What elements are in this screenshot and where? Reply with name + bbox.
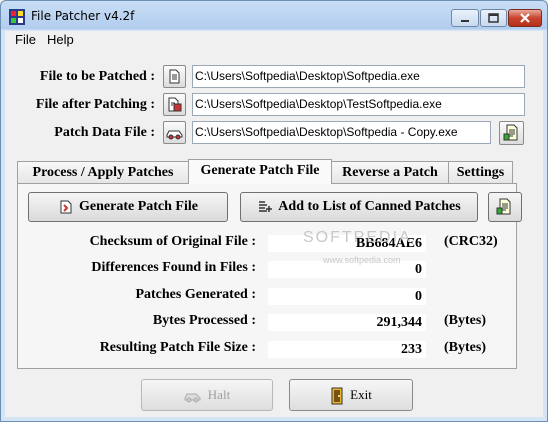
generate-patch-file-label: Generate Patch File (79, 199, 198, 214)
canned-patches-list-button[interactable] (488, 192, 522, 222)
generate-patch-file-button[interactable]: Generate Patch File (28, 192, 228, 222)
window-title: File Patcher v4.2f (31, 9, 135, 23)
exit-door-icon (331, 387, 343, 405)
patch-size-label: Resulting Patch File Size : (99, 340, 256, 355)
car-icon (184, 393, 201, 403)
app-icon (9, 9, 25, 25)
patches-generated-value: 0 (268, 288, 426, 305)
app-window: File Patcher v4.2f File Help File to be … (0, 0, 548, 422)
watermark-url: www.softpedia.com (323, 255, 401, 265)
patch-list-icon (496, 198, 511, 215)
browse-output-button[interactable] (163, 93, 186, 116)
tab-reverse-a-patch[interactable]: Reverse a Patch (331, 161, 449, 183)
generate-icon (60, 200, 72, 214)
patch-data-file-label: Patch Data File : (54, 125, 155, 140)
file-to-be-patched-field[interactable]: C:\Users\Softpedia\Desktop\Softpedia.exe (192, 65, 525, 88)
file-after-patching-field[interactable]: C:\Users\Softpedia\Desktop\TestSoftpedia… (192, 93, 525, 116)
patches-generated-label: Patches Generated : (135, 287, 256, 302)
tab-settings[interactable]: Settings (448, 161, 513, 183)
close-button[interactable] (508, 9, 542, 27)
checksum-unit: (CRC32) (444, 234, 498, 249)
exit-label: Exit (350, 387, 372, 402)
patch-data-file-field[interactable]: C:\Users\Softpedia\Desktop\Softpedia - C… (192, 121, 491, 144)
maximize-icon (488, 13, 499, 23)
generate-patch-panel: Generate Patch File Add to List of Canne… (17, 183, 522, 369)
title-bar[interactable]: File Patcher v4.2f (1, 1, 547, 31)
car-icon (166, 130, 183, 140)
document-icon (169, 69, 180, 84)
canned-patches-button[interactable] (499, 121, 524, 145)
exit-button[interactable]: Exit (289, 379, 413, 411)
tab-process-apply-patches[interactable]: Process / Apply Patches (17, 161, 189, 183)
file-to-be-patched-label: File to be Patched : (39, 69, 155, 84)
add-to-canned-patches-label: Add to List of Canned Patches (278, 199, 461, 214)
list-add-icon (259, 201, 273, 212)
bytes-processed-unit: (Bytes) (444, 313, 486, 328)
halt-label: Halt (207, 387, 231, 402)
differences-label: Differences Found in Files : (91, 260, 256, 275)
document-save-icon (168, 97, 182, 112)
close-icon (520, 13, 530, 23)
checksum-label: Checksum of Original File : (89, 234, 256, 249)
halt-button[interactable]: Halt (141, 379, 273, 411)
patch-size-value: 233 (268, 341, 426, 358)
menu-help[interactable]: Help (47, 32, 74, 47)
patch-size-unit: (Bytes) (444, 340, 486, 355)
bytes-processed-value: 291,344 (268, 314, 426, 331)
client-area: File Help File to be Patched : C:\Users\… (5, 31, 543, 417)
patch-list-icon (503, 124, 518, 141)
bytes-processed-label: Bytes Processed : (152, 313, 256, 328)
maximize-button[interactable] (480, 9, 507, 27)
menu-bar: File Help (5, 31, 543, 49)
browse-patch-data-button[interactable] (163, 121, 186, 144)
minimize-button[interactable] (451, 9, 479, 27)
minimize-icon (461, 20, 469, 22)
menu-file[interactable]: File (15, 32, 36, 47)
browse-original-button[interactable] (163, 65, 186, 88)
add-to-canned-patches-button[interactable]: Add to List of Canned Patches (240, 192, 478, 222)
tab-generate-patch-file[interactable]: Generate Patch File (188, 159, 332, 184)
watermark: SOFTPEDIA (303, 229, 412, 246)
file-after-patching-label: File after Patching : (35, 97, 155, 112)
